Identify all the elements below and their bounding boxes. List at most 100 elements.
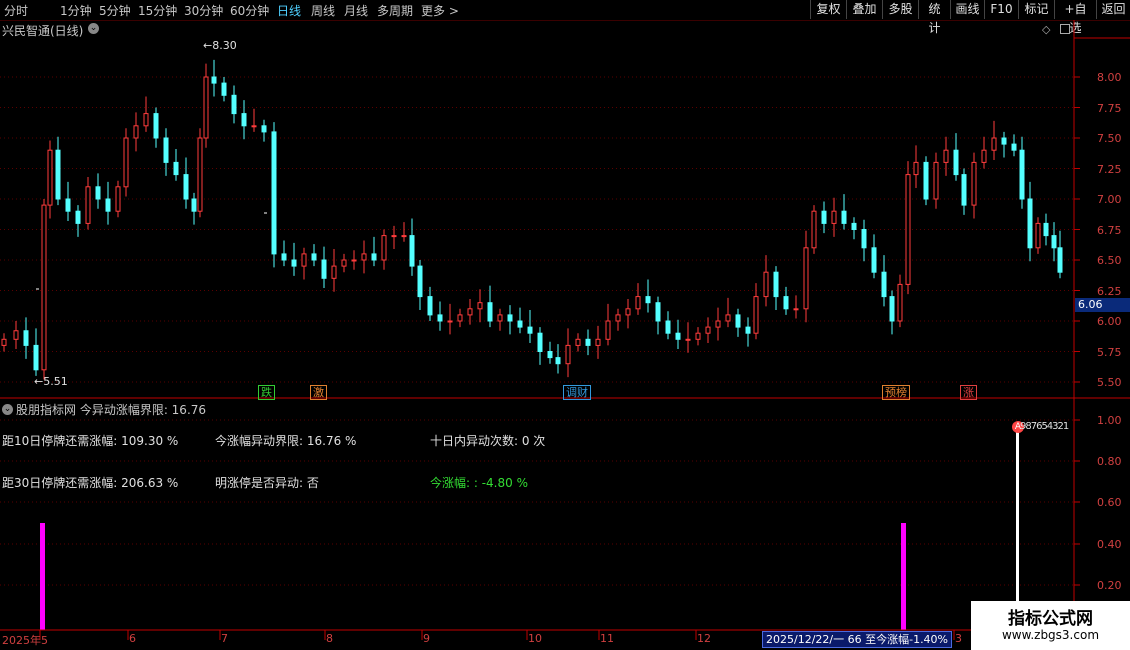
- candle-body[interactable]: [685, 338, 691, 341]
- candle-body[interactable]: [537, 332, 543, 353]
- candle-body[interactable]: [811, 210, 817, 249]
- candle-body[interactable]: [1051, 235, 1057, 249]
- candle-body[interactable]: [221, 82, 227, 96]
- candle-body[interactable]: [33, 344, 39, 371]
- candle-body[interactable]: [95, 186, 101, 200]
- candle-body[interactable]: [351, 259, 357, 262]
- candle-body[interactable]: [981, 149, 987, 163]
- candle-body[interactable]: [211, 76, 217, 84]
- candle-body[interactable]: [565, 344, 571, 365]
- candle-body[interactable]: [665, 320, 671, 334]
- candle-body[interactable]: [753, 296, 759, 334]
- candle-body[interactable]: [281, 253, 287, 261]
- candle-body[interactable]: [409, 235, 415, 267]
- candle-body[interactable]: [705, 326, 711, 334]
- candle-body[interactable]: [507, 314, 513, 322]
- candle-body[interactable]: [437, 314, 443, 322]
- candle-body[interactable]: [897, 283, 903, 322]
- candle-body[interactable]: [547, 351, 553, 359]
- candle-body[interactable]: [301, 253, 307, 267]
- candle-body[interactable]: [13, 330, 19, 340]
- candle-body[interactable]: [851, 222, 857, 230]
- candle-body[interactable]: [65, 198, 71, 212]
- candle-body[interactable]: [391, 235, 397, 238]
- candle-body[interactable]: [1043, 222, 1049, 237]
- candle-body[interactable]: [85, 186, 91, 224]
- candle-body[interactable]: [241, 113, 247, 127]
- candle-body[interactable]: [991, 137, 997, 151]
- candle-body[interactable]: [41, 204, 47, 371]
- candle-body[interactable]: [933, 161, 939, 200]
- candle-body[interactable]: [361, 253, 367, 261]
- candle-body[interactable]: [23, 330, 29, 346]
- candle-body[interactable]: [913, 161, 919, 176]
- candle-body[interactable]: [803, 247, 809, 310]
- candle-body[interactable]: [1035, 222, 1041, 249]
- candle-body[interactable]: [427, 296, 433, 316]
- candle-body[interactable]: [831, 210, 837, 224]
- candle-body[interactable]: [271, 131, 277, 255]
- candle-body[interactable]: [381, 235, 387, 261]
- event-tag-preview[interactable]: 预榜: [882, 385, 910, 400]
- candle-body[interactable]: [153, 113, 159, 139]
- candle-body[interactable]: [745, 326, 751, 334]
- candle-body[interactable]: [311, 253, 317, 261]
- candle-body[interactable]: [75, 210, 81, 224]
- candle-body[interactable]: [371, 253, 377, 261]
- candle-body[interactable]: [715, 320, 721, 328]
- candle-body[interactable]: [447, 320, 453, 323]
- candle-body[interactable]: [251, 125, 257, 128]
- event-tag-surge[interactable]: 激: [310, 385, 327, 400]
- candle-body[interactable]: [1, 338, 7, 346]
- candle-body[interactable]: [655, 302, 661, 322]
- candle-body[interactable]: [783, 296, 789, 310]
- candle-body[interactable]: [487, 302, 493, 322]
- candle-body[interactable]: [527, 326, 533, 334]
- event-tag-finance[interactable]: 调财: [563, 385, 591, 400]
- candle-body[interactable]: [115, 186, 121, 212]
- candle-body[interactable]: [1001, 137, 1007, 145]
- candle-body[interactable]: [695, 332, 701, 340]
- candle-body[interactable]: [173, 161, 179, 176]
- candle-body[interactable]: [889, 296, 895, 322]
- candle-body[interactable]: [1027, 198, 1033, 249]
- candle-body[interactable]: [841, 210, 847, 224]
- candle-body[interactable]: [197, 137, 203, 212]
- candle-body[interactable]: [585, 338, 591, 346]
- candle-body[interactable]: [321, 259, 327, 279]
- candle-body[interactable]: [821, 210, 827, 224]
- candle-body[interactable]: [905, 174, 911, 285]
- candle-body[interactable]: [763, 271, 769, 298]
- candle-body[interactable]: [1019, 149, 1025, 200]
- candle-body[interactable]: [961, 174, 967, 206]
- candle-body[interactable]: [47, 149, 53, 206]
- candle-body[interactable]: [261, 125, 267, 133]
- candle-body[interactable]: [635, 296, 641, 310]
- candle-body[interactable]: [595, 338, 601, 346]
- candle-body[interactable]: [163, 137, 169, 163]
- candle-body[interactable]: [735, 314, 741, 328]
- candle-body[interactable]: [1057, 247, 1063, 273]
- candle-body[interactable]: [871, 247, 877, 273]
- candle-body[interactable]: [861, 229, 867, 249]
- candle-body[interactable]: [417, 265, 423, 298]
- candle-body[interactable]: [203, 76, 209, 139]
- candle-body[interactable]: [105, 198, 111, 212]
- candle-body[interactable]: [517, 320, 523, 328]
- candle-body[interactable]: [943, 149, 949, 163]
- candle-body[interactable]: [123, 137, 129, 188]
- candle-body[interactable]: [773, 271, 779, 298]
- candle-body[interactable]: [183, 174, 189, 200]
- candle-body[interactable]: [575, 338, 581, 346]
- candle-body[interactable]: [401, 235, 407, 238]
- candle-body[interactable]: [1011, 143, 1017, 151]
- candle-body[interactable]: [675, 332, 681, 340]
- candle-body[interactable]: [497, 314, 503, 322]
- candle-body[interactable]: [55, 149, 61, 200]
- candle-body[interactable]: [331, 265, 337, 279]
- candle-body[interactable]: [133, 125, 139, 139]
- candle-body[interactable]: [477, 302, 483, 310]
- candle-body[interactable]: [923, 161, 929, 200]
- candle-body[interactable]: [971, 161, 977, 206]
- candle-body[interactable]: [615, 314, 621, 322]
